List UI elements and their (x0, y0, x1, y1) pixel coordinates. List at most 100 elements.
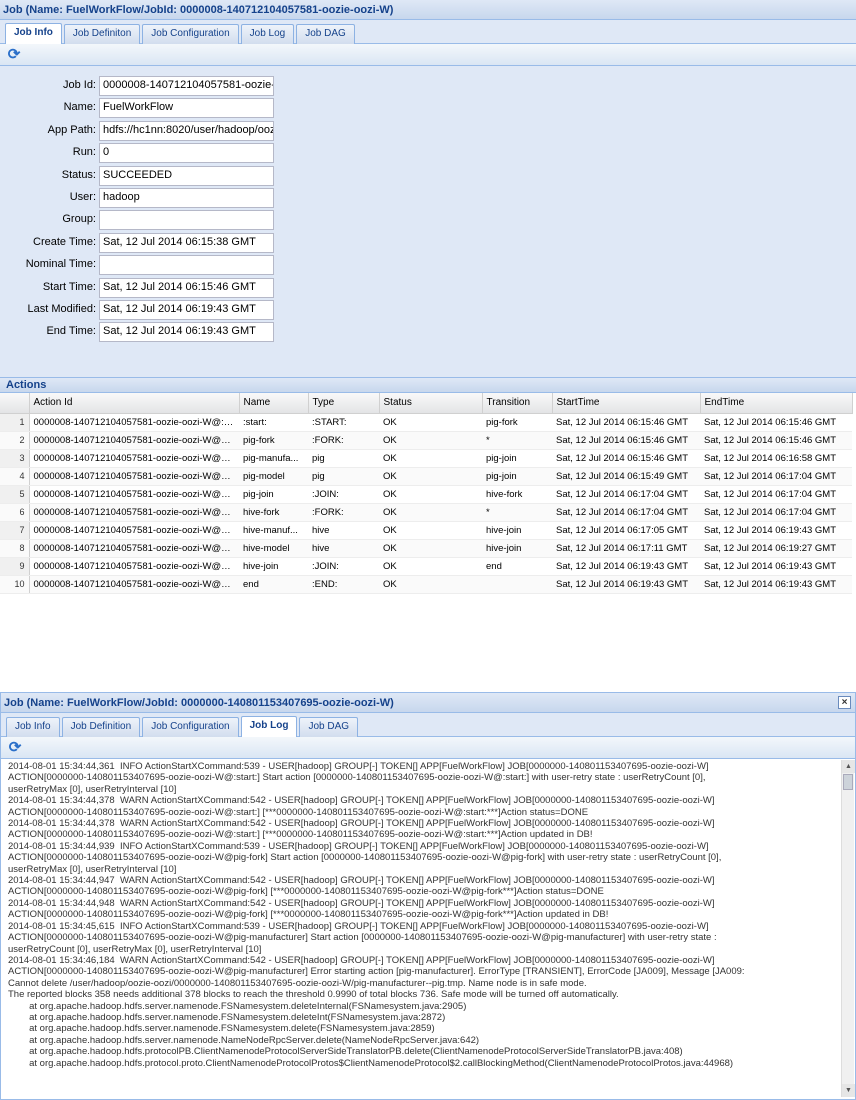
panel1-toolbar: ⟳ (0, 44, 856, 66)
table-cell: OK (379, 431, 482, 450)
column-header-starttime[interactable]: StartTime (552, 393, 701, 414)
table-cell: 0000008-140712104057581-oozie-oozi-W@pig… (29, 449, 239, 468)
table-cell: Sat, 12 Jul 2014 06:15:46 GMT (700, 413, 852, 432)
table-cell: hive (308, 539, 379, 558)
column-header-action-id[interactable]: Action Id (29, 393, 240, 414)
table-row[interactable]: 7 0000008-140712104057581-oozie-oozi-W@hi… (0, 521, 852, 540)
log-line: Cannot delete /user/hadoop/oozie-oozi/00… (8, 977, 587, 989)
table-cell: OK (379, 413, 482, 432)
table-cell (482, 575, 552, 594)
table-cell: pig-fork (482, 413, 552, 432)
column-header-status[interactable]: Status (379, 393, 483, 414)
log-line: 2014-08-01 15:34:44,939 INFO ActionStart… (8, 840, 709, 852)
table-cell: Sat, 12 Jul 2014 06:17:04 GMT (552, 503, 700, 522)
form-row-end-time: End Time: Sat, 12 Jul 2014 06:19:43 GMT (0, 322, 300, 343)
column-header-name[interactable]: Name (239, 393, 309, 414)
close-button[interactable]: × (838, 696, 851, 709)
table-cell: Sat, 12 Jul 2014 06:19:43 GMT (700, 557, 852, 576)
table-cell: hive-join (239, 557, 308, 576)
nominal-time-field[interactable] (99, 255, 274, 276)
panel1-tab-job-info[interactable]: Job Info (5, 23, 62, 44)
table-cell: 0000008-140712104057581-oozie-oozi-W@pig… (29, 431, 239, 450)
column-header-endtime[interactable]: EndTime (700, 393, 853, 414)
table-row[interactable]: 9 0000008-140712104057581-oozie-oozi-W@hi… (0, 557, 852, 576)
table-cell: 0000008-140712104057581-oozie-oozi-W@hiv… (29, 539, 239, 558)
table-cell: Sat, 12 Jul 2014 06:17:04 GMT (700, 485, 852, 504)
table-row[interactable]: 10 0000008-140712104057581-oozie-oozi-W@e… (0, 575, 852, 594)
panel1-tab-job-definiton[interactable]: Job Definiton (63, 24, 141, 44)
panel2-tab-job-log[interactable]: Job Log (240, 716, 298, 737)
table-cell: OK (379, 503, 482, 522)
table-cell: Sat, 12 Jul 2014 06:17:04 GMT (700, 503, 852, 522)
log-scrollbar[interactable]: ▲ ▼ (841, 760, 855, 1097)
panel1-tab-job-dag[interactable]: Job DAG (296, 24, 355, 44)
app-path-field[interactable]: hdfs://hc1nn:8020/user/hadoop/oozie/work… (99, 120, 274, 141)
table-cell: OK (379, 539, 482, 558)
panel2-tab-job-configuration[interactable]: Job Configuration (142, 717, 239, 737)
table-cell: 8 (0, 539, 30, 558)
table-cell: pig-join (239, 485, 308, 504)
panel1-tab-job-log[interactable]: Job Log (240, 24, 295, 44)
end-time-label: End Time: (46, 325, 96, 338)
status-field[interactable]: SUCCEEDED (99, 165, 274, 186)
create-time-field[interactable]: Sat, 12 Jul 2014 06:15:38 GMT (99, 232, 274, 253)
table-cell: Sat, 12 Jul 2014 06:15:46 GMT (552, 413, 700, 432)
panel1-tab-job-configuration[interactable]: Job Configuration (142, 24, 239, 44)
scroll-down-icon[interactable]: ▼ (842, 1084, 855, 1097)
panel2-tab-job-definition[interactable]: Job Definition (61, 717, 141, 737)
job-info-panel: Job (Name: FuelWorkFlow/JobId: 0000008-1… (0, 0, 856, 618)
table-row[interactable]: 5 0000008-140712104057581-oozie-oozi-W@pi… (0, 485, 852, 504)
user-field[interactable]: hadoop (99, 188, 274, 208)
column-header-transition[interactable]: Transition (482, 393, 553, 414)
table-cell: Sat, 12 Jul 2014 06:17:05 GMT (552, 521, 700, 540)
table-row[interactable]: 3 0000008-140712104057581-oozie-oozi-W@pi… (0, 449, 852, 468)
panel1-title: Job (Name: FuelWorkFlow/JobId: 0000008-1… (0, 0, 856, 20)
table-cell: pig-model (239, 467, 308, 486)
table-cell: 10 (0, 575, 30, 594)
group-field[interactable] (99, 210, 274, 231)
table-cell: Sat, 12 Jul 2014 06:19:43 GMT (700, 575, 852, 594)
table-row[interactable]: 6 0000008-140712104057581-oozie-oozi-W@hi… (0, 503, 852, 522)
last-modified-field[interactable]: Sat, 12 Jul 2014 06:19:43 GMT (99, 300, 274, 320)
log-line: 2014-08-01 15:34:45,615 INFO ActionStart… (8, 920, 709, 932)
user-label: User: (69, 191, 96, 203)
log-line: at org.apache.hadoop.hdfs.server.namenod… (8, 1034, 480, 1046)
nominal-time-label: Nominal Time: (25, 258, 96, 271)
column-header-type[interactable]: Type (308, 393, 380, 414)
scroll-thumb[interactable] (843, 774, 853, 790)
end-time-field[interactable]: Sat, 12 Jul 2014 06:19:43 GMT (99, 322, 274, 343)
table-row[interactable]: 8 0000008-140712104057581-oozie-oozi-W@hi… (0, 539, 852, 558)
table-cell: Sat, 12 Jul 2014 06:19:27 GMT (700, 539, 852, 558)
table-cell: 4 (0, 467, 30, 486)
table-cell: end (239, 575, 308, 594)
log-line: ACTION[0000000-140801153407695-oozie-ooz… (8, 829, 593, 841)
refresh-icon[interactable]: ⟳ (7, 740, 23, 756)
log-line: ACTION[0000000-140801153407695-oozie-ooz… (8, 932, 717, 944)
table-cell: Sat, 12 Jul 2014 06:19:43 GMT (552, 557, 700, 576)
table-cell: 7 (0, 521, 30, 540)
table-cell: OK (379, 521, 482, 540)
job-id-field[interactable]: 0000008-140712104057581-oozie-oozi-W (99, 76, 274, 96)
scroll-up-icon[interactable]: ▲ (842, 760, 855, 773)
table-cell: hive-fork (239, 503, 308, 522)
table-cell: Sat, 12 Jul 2014 06:19:43 GMT (552, 575, 700, 594)
table-cell: :START: (308, 413, 379, 432)
run-label: Run: (72, 146, 96, 159)
log-line: ACTION[0000000-140801153407695-oozie-ooz… (8, 966, 745, 978)
job-log-view[interactable]: 2014-08-01 15:34:44,361 INFO ActionStart… (1, 759, 855, 1098)
column-header-rownum[interactable] (0, 393, 30, 414)
form-row-nominal-time: Nominal Time: (0, 255, 300, 276)
actions-grid: Action Id Name Type Status Transition StartTi… (0, 393, 856, 615)
run-field[interactable]: 0 (99, 143, 274, 164)
table-row[interactable]: 1 0000008-140712104057581-oozie-oozi-W@:s… (0, 413, 852, 432)
table-row[interactable]: 4 0000008-140712104057581-oozie-oozi-W@pi… (0, 467, 852, 486)
table-cell: 9 (0, 557, 30, 576)
log-line: userRetryMax [0], userRetryInterval [10] (8, 783, 177, 795)
panel2-tab-job-dag[interactable]: Job DAG (299, 717, 359, 737)
name-field[interactable]: FuelWorkFlow (99, 98, 274, 119)
refresh-icon[interactable]: ⟳ (6, 47, 22, 63)
start-time-field[interactable]: Sat, 12 Jul 2014 06:15:46 GMT (99, 277, 274, 298)
log-line: ACTION[0000000-140801153407695-oozie-ooz… (8, 772, 706, 784)
table-row[interactable]: 2 0000008-140712104057581-oozie-oozi-W@pi… (0, 431, 852, 450)
panel2-tab-job-info[interactable]: Job Info (6, 717, 60, 737)
